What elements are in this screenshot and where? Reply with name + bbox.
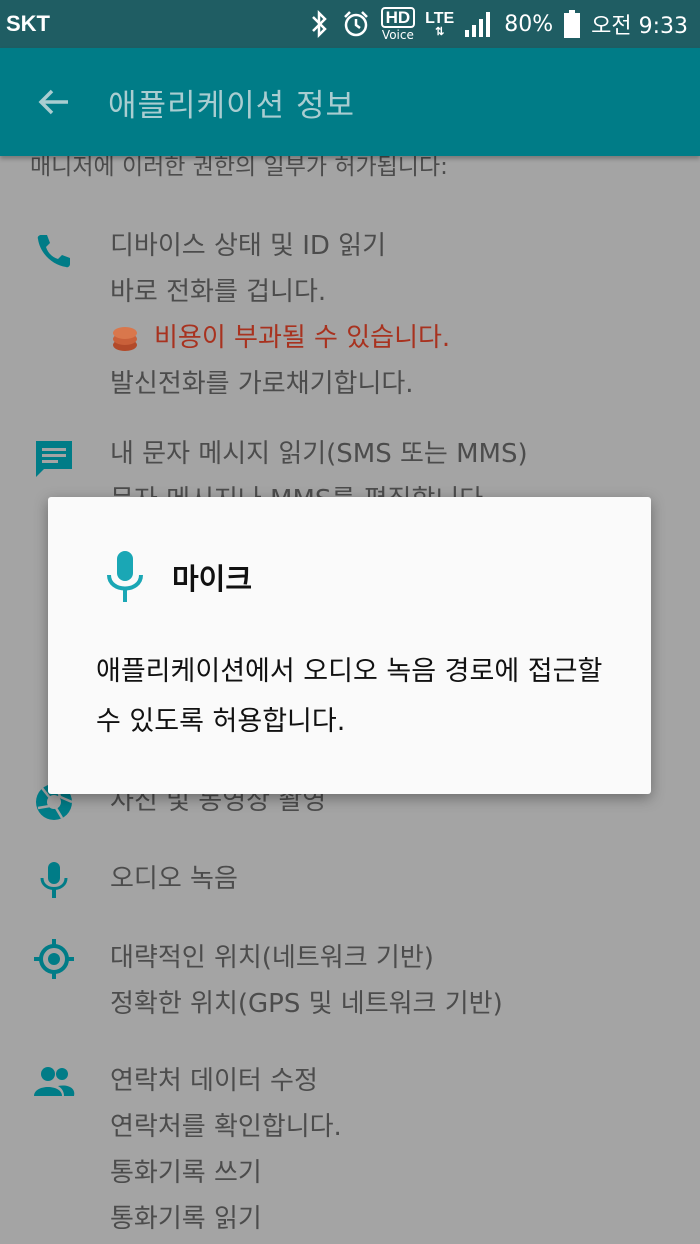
clock: 오전 9:33 xyxy=(591,14,688,39)
mic-icon xyxy=(40,862,68,898)
permission-line: 통화기록 읽기 xyxy=(110,1204,262,1234)
dialog-title: 마이크 xyxy=(172,562,253,596)
back-arrow-icon[interactable] xyxy=(36,84,72,120)
status-icons: HD Voice LTE ⇅ 80% 오전 9:33 xyxy=(309,7,688,41)
message-icon xyxy=(36,441,72,477)
dialog-body: 애플리케이션에서 오디오 녹음 경로에 접근할 수 있도록 허용합니다. xyxy=(96,656,603,737)
bluetooth-icon xyxy=(311,9,327,39)
permission-line: 대략적인 위치(네트워크 기반) xyxy=(110,943,434,973)
dialog-header: 마이크 xyxy=(102,549,252,605)
status-bar: SKT HD Voice LTE ⇅ 80% 오전 9:33 xyxy=(0,0,700,48)
permission-line: 정확한 위치(GPS 및 네트워크 기반) xyxy=(110,989,503,1019)
carrier-label: SKT xyxy=(6,11,50,36)
voice-label: Voice xyxy=(381,28,414,42)
permission-line: 연락처 데이터 수정 xyxy=(110,1066,318,1096)
network-label: LTE xyxy=(425,9,455,27)
coins-icon xyxy=(113,327,137,351)
permission-line: 바로 전화를 겁니다. xyxy=(110,277,327,307)
permission-line: 연락처를 확인합니다. xyxy=(110,1112,342,1142)
contacts-icon xyxy=(34,1067,75,1096)
permission-line: 통화기록 쓰기 xyxy=(110,1158,262,1188)
permission-line: 내 문자 메시지 읽기(SMS 또는 MMS) xyxy=(110,439,528,469)
permission-line: 발신전화를 가로채기합니다. xyxy=(110,369,414,399)
hd-label: HD xyxy=(380,7,416,28)
app-bar: 애플리케이션 정보 xyxy=(0,48,700,156)
permission-line: 디바이스 상태 및 ID 읽기 xyxy=(110,231,387,261)
signal-icon xyxy=(465,12,491,37)
permission-detail-dialog: 마이크 애플리케이션에서 오디오 녹음 경로에 접근할 수 있도록 허용합니다. xyxy=(48,497,651,794)
cost-warning-text: 비용이 부과될 수 있습니다. xyxy=(154,323,451,353)
alarm-icon xyxy=(343,11,368,37)
intro-text: 매니저에 이러한 권한의 일부가 허가됩니다: xyxy=(30,156,448,180)
lte-indicator: LTE ⇅ xyxy=(425,9,455,38)
permission-line: 오디오 녹음 xyxy=(110,864,238,894)
battery-percent: 80% xyxy=(504,11,554,37)
battery-icon xyxy=(564,10,581,38)
page-title: 애플리케이션 정보 xyxy=(108,87,356,124)
hd-voice-badge: HD Voice xyxy=(380,7,416,42)
phone-icon xyxy=(37,235,70,268)
mic-icon xyxy=(107,551,143,602)
data-arrows-icon: ⇅ xyxy=(435,25,445,38)
cost-warning: 비용이 부과될 수 있습니다. xyxy=(110,315,450,361)
location-icon xyxy=(34,939,74,979)
